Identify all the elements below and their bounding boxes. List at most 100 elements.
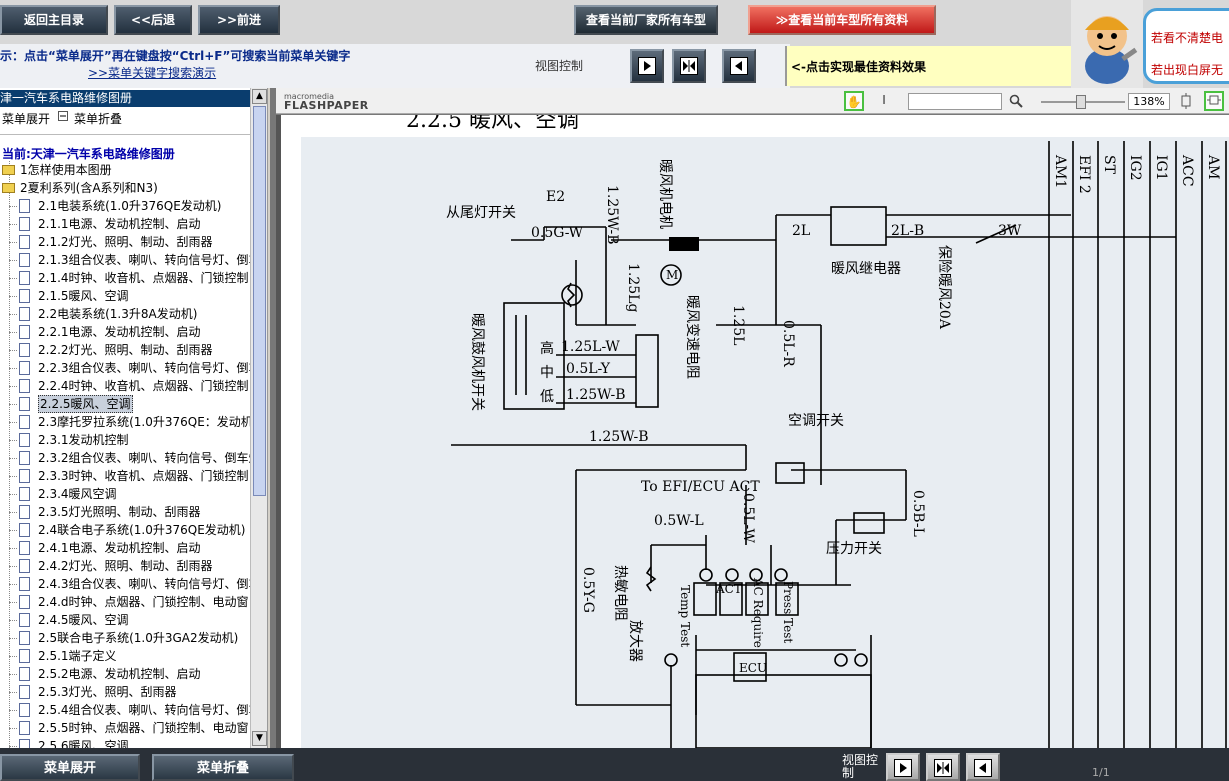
tree-item[interactable]: 2.2.2灯光、照明、制动、刮雨器 <box>0 341 250 359</box>
tree-item[interactable]: 2.5.1端子定义 <box>0 647 250 665</box>
tree-item[interactable]: 2.1.4时钟、收音机、点烟器、门锁控制 <box>0 269 250 287</box>
collapse-box-icon[interactable] <box>58 110 69 124</box>
tree-item[interactable]: 2.1.2灯光、照明、制动、刮雨器 <box>0 233 250 251</box>
tree-item[interactable]: 2.5联合电子系统(1.0升3GA2发动机) <box>0 629 250 647</box>
tree-item[interactable]: 2.5.6暖风、空调 <box>0 737 250 748</box>
tree-connector <box>9 728 17 729</box>
label-w-2l: 2L <box>792 223 810 239</box>
tree-item-label: 2.1.4时钟、收音机、点烟器、门锁控制 <box>38 271 249 285</box>
tree-item[interactable]: 2.1.1电源、发动机控制、启动 <box>0 215 250 233</box>
tree-item[interactable]: 2.3.1发动机控制 <box>0 431 250 449</box>
all-model-info-button[interactable]: ≫查看当前车型所有资料 <box>748 5 936 35</box>
tree-item[interactable]: 2.3.4暖风空调 <box>0 485 250 503</box>
find-input[interactable] <box>908 93 1002 110</box>
document-icon <box>19 595 30 609</box>
tree-item[interactable]: 2.5.4组合仪表、喇叭、转向信号灯、倒车 <box>0 701 250 719</box>
label-w-125wb-mid: 1.25W-B <box>566 387 626 403</box>
tree-connector <box>9 710 17 711</box>
tree-item[interactable]: 2.2.3组合仪表、喇叭、转向信号灯、倒车 <box>0 359 250 377</box>
bottom-view-control-label: 视图控制 <box>842 753 879 780</box>
tree-connector <box>9 314 17 315</box>
tree-connector <box>9 638 17 639</box>
tree-connector <box>9 260 17 261</box>
scroll-down-icon[interactable]: ▼ <box>252 731 267 746</box>
tree-item[interactable]: 2.5.3灯光、照明、刮雨器 <box>0 683 250 701</box>
help-bubble: 若看不清楚电 若出现白屏无 <box>1143 8 1229 84</box>
label-w-125l: 1.25L <box>730 305 746 345</box>
tree-item[interactable]: 2.2.5暖风、空调 <box>0 395 250 413</box>
search-icon[interactable] <box>1006 91 1026 111</box>
scroll-up-icon[interactable]: ▲ <box>252 89 267 104</box>
tree-item[interactable]: 2.4联合电子系统(1.0升376QE发动机) <box>0 521 250 539</box>
tree-item[interactable]: 2.1.3组合仪表、喇叭、转向信号灯、倒车 <box>0 251 250 269</box>
tree-item-label: 2.3.1发动机控制 <box>38 433 129 447</box>
arrow-left-glyph <box>735 61 742 71</box>
tree-item[interactable]: 2.2电装系统(1.3升8A发动机) <box>0 305 250 323</box>
view-two-page-button[interactable] <box>672 49 706 83</box>
tree-item[interactable]: 2.2.4时钟、收音机、点烟器、门锁控制 <box>0 377 250 395</box>
best-effect-banner: <-点击实现最佳资料效果 <box>785 46 1071 86</box>
back-to-main-button[interactable]: 返回主目录 <box>0 5 108 35</box>
manufacturer-models-button[interactable]: 查看当前厂家所有车型 <box>574 5 718 35</box>
document-icon <box>19 559 30 573</box>
label-pressure-switch: 压力开关 <box>826 541 882 557</box>
label-mid: 中 <box>540 365 554 381</box>
document-icon <box>19 505 30 519</box>
zoom-level[interactable]: 138% <box>1128 93 1170 110</box>
fit-width-icon[interactable] <box>1204 91 1224 111</box>
bottom-expand-button[interactable]: 菜单展开 <box>0 754 140 781</box>
tree-item[interactable]: 2夏利系列(含A系列和N3) <box>0 179 250 197</box>
label-e2: E2 <box>546 189 565 205</box>
document-page[interactable]: 2.2.5 暖风、空调 从尾灯开关 0.5G-W E2 1.25W-B 暖风机电… <box>276 115 1229 748</box>
power-column-label: EFI 2 <box>1076 155 1092 194</box>
tree-connector <box>9 512 17 513</box>
tree-connector <box>9 494 17 495</box>
tree-connector <box>9 476 17 477</box>
sidebar-collapse-link[interactable]: 菜单折叠 <box>74 110 122 127</box>
tree-item-label: 2.4.3组合仪表、喇叭、转向信号灯、倒车 <box>38 577 250 591</box>
tree-item-label: 2.4联合电子系统(1.0升376QE发动机) <box>38 523 246 537</box>
tree-item[interactable]: 2.3.5灯光照明、制动、刮雨器 <box>0 503 250 521</box>
bottom-two-page-button[interactable] <box>926 753 960 781</box>
tree-item[interactable]: 1怎样使用本图册 <box>0 161 250 179</box>
document-icon <box>19 307 30 321</box>
tree-item-label: 2.2.2灯光、照明、制动、刮雨器 <box>38 343 213 357</box>
view-fit-width-button[interactable] <box>630 49 664 83</box>
view-single-page-button[interactable] <box>722 49 756 83</box>
bottom-fit-width-button[interactable] <box>886 753 920 781</box>
tree-item[interactable]: 2.1电装系统(1.0升376QE发动机) <box>0 197 250 215</box>
tree-item[interactable]: 2.4.d时钟、点烟器、门锁控制、电动窗 <box>0 593 250 611</box>
tree-item[interactable]: 2.5.2电源、发动机控制、启动 <box>0 665 250 683</box>
document-icon <box>19 235 30 249</box>
zoom-slider-handle[interactable] <box>1076 95 1086 109</box>
back-button[interactable]: <<后退 <box>114 5 192 35</box>
tree-connector <box>9 242 17 243</box>
scroll-thumb[interactable] <box>253 106 266 496</box>
tree-connector <box>9 368 17 369</box>
sidebar-scrollbar[interactable]: ▲ ▼ <box>250 88 267 748</box>
forward-button[interactable]: >>前进 <box>198 5 280 35</box>
tree-item[interactable]: 2.4.3组合仪表、喇叭、转向信号灯、倒车 <box>0 575 250 593</box>
tree-item[interactable]: 2.4.1电源、发动机控制、启动 <box>0 539 250 557</box>
tree-item[interactable]: 2.5.5时钟、点烟器、门锁控制、电动窗 <box>0 719 250 737</box>
text-select-icon[interactable]: I <box>874 91 894 111</box>
tree-connector <box>9 296 17 297</box>
bottom-single-page-button[interactable] <box>966 753 1000 781</box>
label-w-05wl: 0.5W-L <box>654 513 704 529</box>
label-w-05lw: 0.5L-W <box>740 493 756 544</box>
tree-item[interactable]: 2.3.3时钟、收音机、点烟器、门锁控制 <box>0 467 250 485</box>
tree-item[interactable]: 2.3摩托罗拉系统(1.0升376QE：发动机 <box>0 413 250 431</box>
search-demo-link[interactable]: >>菜单关键字搜索演示 <box>88 64 216 81</box>
bottom-collapse-button[interactable]: 菜单折叠 <box>152 754 294 781</box>
tree-item[interactable]: 2.2.1电源、发动机控制、启动 <box>0 323 250 341</box>
tree-item[interactable]: 2.1.5暖风、空调 <box>0 287 250 305</box>
flashpaper-toolbar: macromedia FLASHPAPER ✋ I 138% <box>276 88 1229 114</box>
sidebar-expand-link[interactable]: 菜单展开 <box>2 110 50 127</box>
arrow-left-icon <box>974 759 992 777</box>
hand-tool-icon[interactable]: ✋ <box>844 91 864 111</box>
tree-item[interactable]: 2.3.2组合仪表、喇叭、转向信号、倒车灯 <box>0 449 250 467</box>
tree-connector <box>9 674 17 675</box>
tree-item[interactable]: 2.4.5暖风、空调 <box>0 611 250 629</box>
tree-item[interactable]: 2.4.2灯光、照明、制动、刮雨器 <box>0 557 250 575</box>
fit-page-icon[interactable] <box>1176 91 1196 111</box>
